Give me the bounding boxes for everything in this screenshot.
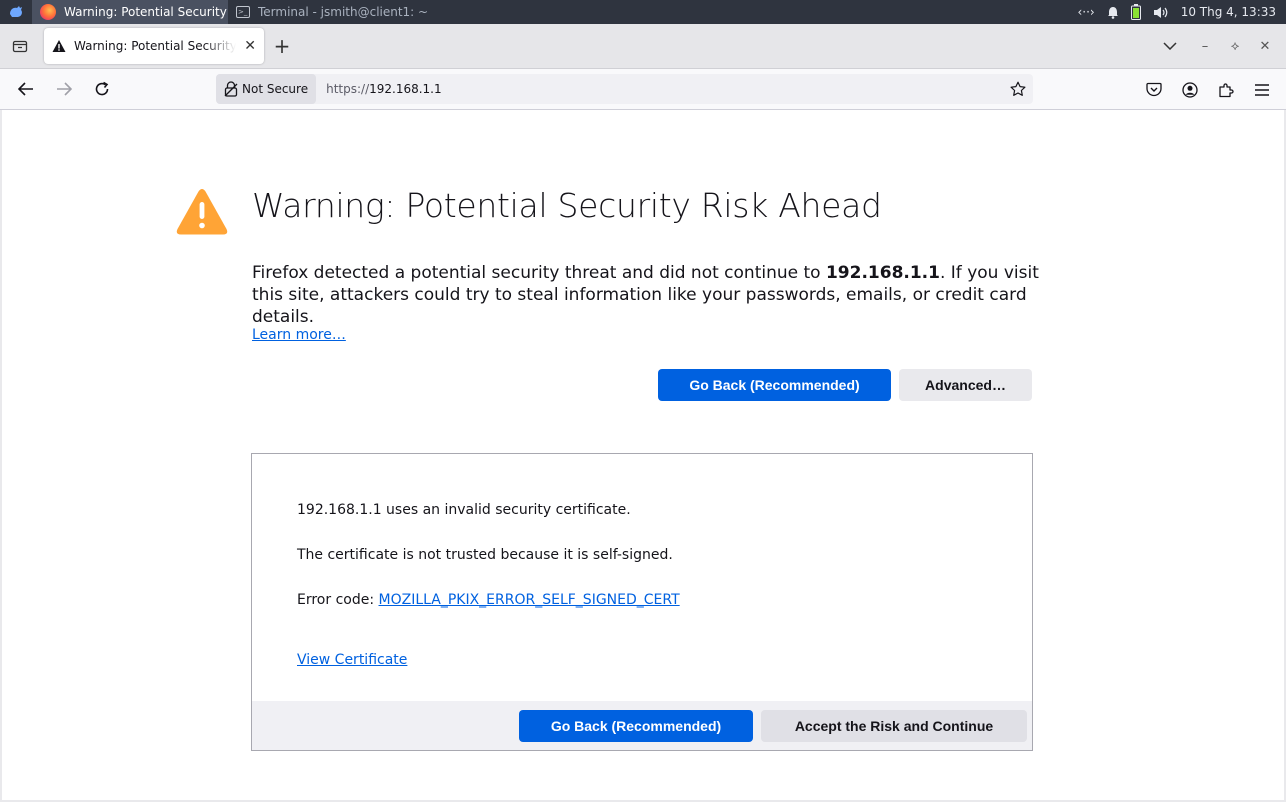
taskbar-task-firefox[interactable]: Warning: Potential Security ... [32,0,228,24]
firefox-view-button[interactable] [0,24,40,69]
new-tab-button[interactable]: + [264,28,300,64]
accept-risk-button[interactable]: Accept the Risk and Continue [761,710,1027,742]
minimize-icon[interactable]: – [1190,39,1220,54]
app-menu-button[interactable] [1248,76,1276,104]
taskbar-task-label: Warning: Potential Security ... [64,5,228,19]
close-window-icon[interactable]: ✕ [1250,39,1280,54]
arrow-left-icon [18,82,33,96]
warning-triangle-icon [176,189,228,235]
hamburger-menu-icon [1255,83,1269,96]
os-taskbar: Warning: Potential Security ... >_ Termi… [0,0,1286,24]
view-certificate-link[interactable]: View Certificate [297,652,407,668]
go-back-button-secondary[interactable]: Go Back (Recommended) [519,710,753,742]
description-text: Firefox detected a potential security th… [252,263,826,283]
back-button[interactable] [8,73,44,105]
go-back-button[interactable]: Go Back (Recommended) [658,369,891,401]
tab-title: Warning: Potential Security Risk Ahead [74,39,237,53]
invalid-cert-text: 192.168.1.1 uses an invalid security cer… [297,502,631,518]
firefox-icon [40,4,56,20]
xfce-mouse-icon [10,6,22,17]
list-all-tabs-button[interactable] [1150,24,1190,69]
extensions-button[interactable] [1212,76,1240,104]
error-code-line: Error code: MOZILLA_PKIX_ERROR_SELF_SIGN… [297,592,680,608]
view-certificate-line: View Certificate [297,652,407,668]
advanced-button[interactable]: Advanced… [899,369,1032,401]
reload-icon [95,81,109,96]
network-icon[interactable]: ‹··› [1077,5,1094,19]
forward-button[interactable] [46,73,82,105]
reload-button[interactable] [84,73,120,105]
not-secure-label: Not Secure [242,82,309,96]
warning-description: Firefox detected a potential security th… [252,262,1042,328]
notification-bell-icon[interactable] [1107,6,1119,19]
description-host: 192.168.1.1 [825,263,940,283]
arrow-right-icon [57,82,72,96]
tab-close-icon[interactable]: ✕ [244,38,256,54]
self-signed-text: The certificate is not trusted because i… [297,547,673,563]
volume-icon[interactable] [1153,6,1169,19]
taskbar-task-label: Terminal - jsmith@client1: ~ [258,5,428,19]
insecure-lock-icon [224,81,238,97]
pocket-icon [1146,82,1162,97]
terminal-icon: >_ [236,6,250,18]
navigation-toolbar: Not Secure https://192.168.1.1 [0,69,1286,110]
advanced-panel: 192.168.1.1 uses an invalid security cer… [251,453,1033,751]
url-host: 192.168.1.1 [369,82,442,96]
pocket-button[interactable] [1140,76,1168,104]
chevron-down-icon [1163,42,1177,50]
window-controls: – ⟡ ✕ [1190,39,1286,54]
bookmark-star-button[interactable] [1003,81,1033,97]
clock[interactable]: 10 Thg 4, 13:33 [1181,5,1276,19]
url-scheme: https:// [326,82,370,96]
star-icon [1010,81,1026,96]
browser-tab-strip: Warning: Potential Security Risk Ahead ✕… [0,24,1286,69]
toolbar-right-buttons [1140,69,1276,110]
maximize-icon[interactable]: ⟡ [1220,39,1250,54]
learn-more-link[interactable]: Learn more… [252,327,346,343]
account-button[interactable] [1176,76,1204,104]
url-bar[interactable]: Not Secure https://192.168.1.1 [216,74,1033,104]
url-text[interactable]: https://192.168.1.1 [316,82,1003,96]
account-icon [1182,81,1198,98]
puzzle-piece-icon [1219,82,1234,97]
start-menu-button[interactable] [0,0,32,24]
taskbar-task-terminal[interactable]: >_ Terminal - jsmith@client1: ~ [228,0,428,24]
error-code-link[interactable]: MOZILLA_PKIX_ERROR_SELF_SIGNED_CERT [379,592,680,608]
not-secure-indicator[interactable]: Not Secure [216,74,317,104]
battery-icon[interactable] [1130,4,1141,20]
page-title: Warning: Potential Security Risk Ahead [252,186,882,225]
tab-security-warning[interactable]: Warning: Potential Security Risk Ahead ✕ [44,28,264,64]
system-tray: ‹··› 10 Thg 4, 13:33 [1077,4,1286,20]
error-code-label: Error code: [297,592,379,608]
firefox-view-icon [12,40,28,53]
warning-triangle-icon [52,40,66,52]
